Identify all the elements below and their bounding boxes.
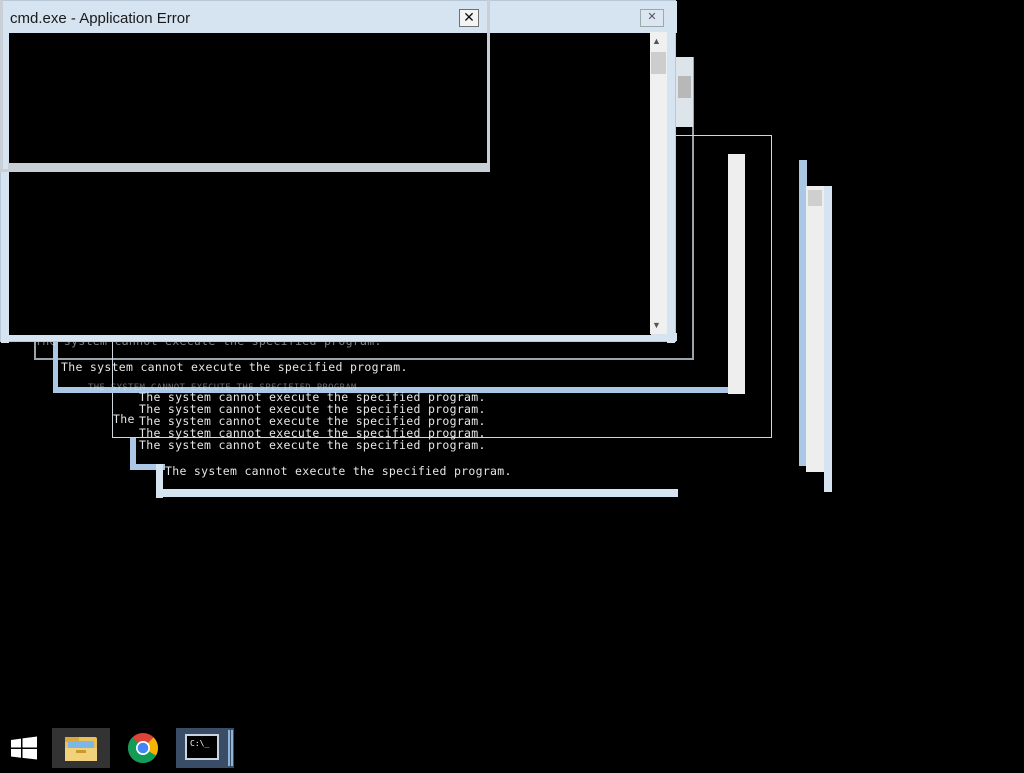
background-close-button[interactable]: ✕	[640, 9, 664, 27]
close-button[interactable]: ✕	[459, 9, 479, 27]
console-line: The system cannot execute the specified …	[139, 438, 486, 452]
window-title: cmd.exe - Application Error	[10, 10, 191, 27]
window-frame-right	[667, 1, 675, 343]
taskbar-command-prompt[interactable]: C:\_	[176, 728, 234, 768]
taskbar-chrome[interactable]	[115, 728, 171, 768]
taskbar-file-explorer[interactable]	[52, 728, 110, 768]
console-line: The system cannot execute the specified …	[165, 464, 512, 478]
ghost-vertical-bar-right-2-thumb	[808, 190, 822, 206]
error-dialog-ghost-bottom	[8, 163, 488, 171]
scrollbar-thumb[interactable]	[651, 52, 666, 74]
close-icon: ✕	[463, 9, 475, 25]
ghost-vertical-bar-right-3	[824, 186, 832, 492]
windows-logo-icon	[11, 736, 37, 760]
console-line: The system cannot execute the specified …	[61, 360, 408, 374]
scroll-down-icon[interactable]: ▼	[652, 320, 661, 330]
cmd-icon-glyph: C:\_	[190, 739, 210, 748]
cmd-icon: C:\_	[185, 734, 219, 760]
ghost-frame-bottom-bar-3	[156, 489, 678, 497]
vertical-scrollbar[interactable]	[650, 32, 667, 334]
ghost-vertical-bar-right-2	[806, 186, 824, 472]
start-button[interactable]	[0, 728, 48, 768]
ghost-frame-right-bar-1	[728, 154, 745, 394]
taskbar-stack-indicator	[231, 730, 233, 766]
folder-icon	[65, 737, 97, 761]
close-icon: ✕	[647, 11, 657, 23]
ghost-frame-small-1b	[678, 76, 691, 98]
scroll-up-icon[interactable]: ▲	[652, 36, 661, 46]
console-fragment: The	[113, 412, 135, 426]
chrome-icon	[127, 733, 158, 764]
taskbar-stack-indicator	[228, 730, 230, 766]
